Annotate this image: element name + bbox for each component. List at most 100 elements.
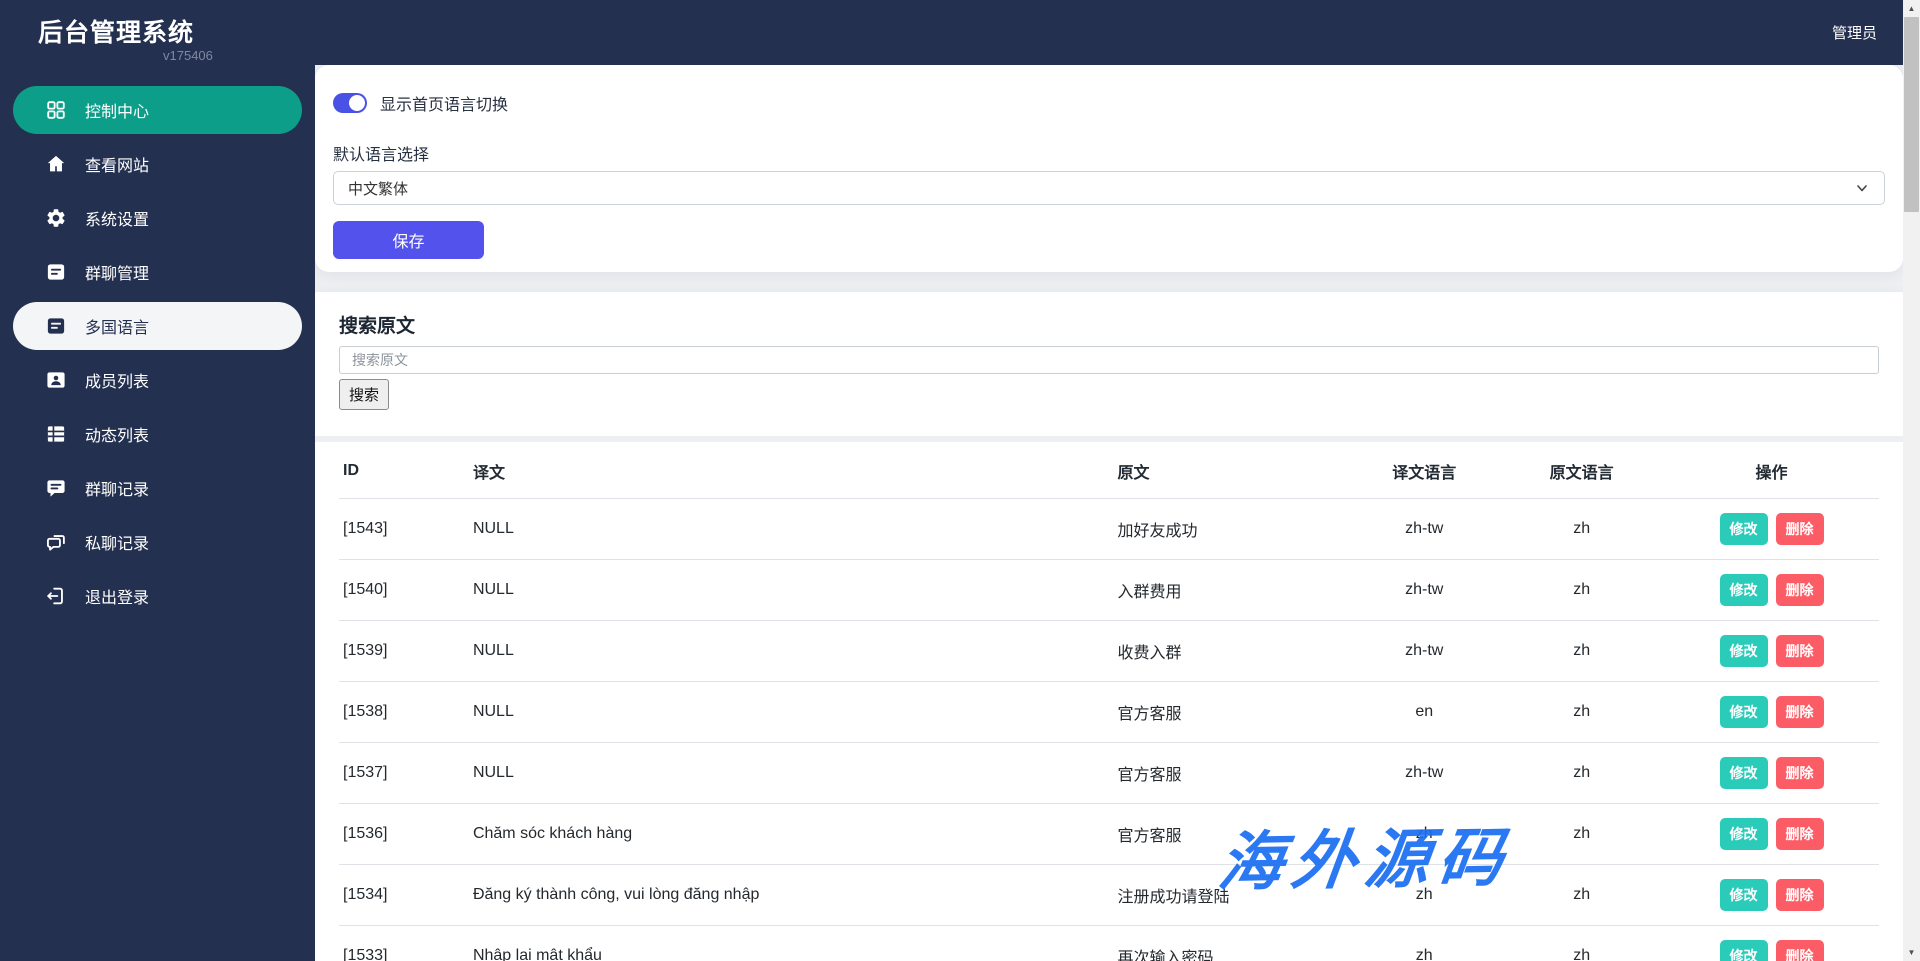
cell-to-lang: zh bbox=[1349, 864, 1500, 926]
cell-original: 官方客服 bbox=[1109, 681, 1350, 743]
table-row: [1538] NULL 官方客服 en zh 修改 删除 bbox=[339, 681, 1879, 743]
cell-id: [1533] bbox=[339, 925, 465, 961]
cell-id: [1538] bbox=[339, 681, 465, 743]
translations-table: ID 译文 原文 译文语言 原文语言 操作 [1543] NULL 加好友成功 zh-tw zh 修… bbox=[339, 442, 1879, 961]
document-icon bbox=[45, 261, 67, 283]
sidebar-item-control-center[interactable]: 控制中心 bbox=[13, 86, 302, 134]
delete-button[interactable]: 删除 bbox=[1775, 635, 1824, 667]
cell-id: [1534] bbox=[339, 864, 465, 926]
language-switch-toggle[interactable] bbox=[333, 93, 367, 113]
search-block: 搜索原文 搜索 bbox=[339, 316, 1879, 410]
sidebar: 后台管理系统 v175406 控制中心 查看网站 系统设置 群聊管理 多国语言 成员列表动… bbox=[0, 0, 315, 961]
column-header: 译文语言 bbox=[1349, 442, 1500, 499]
delete-button[interactable]: 删除 bbox=[1775, 757, 1824, 789]
search-button[interactable]: 搜索 bbox=[339, 379, 390, 410]
cell-original: 再次输入密码 bbox=[1109, 925, 1350, 961]
settings-card: 显示首页语言切换 默认语言选择 中文繁体 保存 bbox=[315, 65, 1903, 272]
sidebar-item-group-chat-manage[interactable]: 群聊管理 bbox=[13, 248, 302, 296]
cell-translation: Chăm sóc khách hàng bbox=[464, 803, 1110, 865]
toggle-label: 显示首页语言切换 bbox=[380, 97, 509, 114]
cell-to-lang: zh-tw bbox=[1349, 620, 1500, 682]
gear-icon bbox=[45, 207, 67, 229]
cell-actions: 修改 删除 bbox=[1664, 681, 1879, 743]
edit-button[interactable]: 修改 bbox=[1719, 574, 1768, 606]
sidebar-item-activity-list[interactable]: 动态列表 bbox=[13, 410, 302, 458]
cell-original: 注册成功请登陆 bbox=[1109, 864, 1350, 926]
edit-button[interactable]: 修改 bbox=[1719, 940, 1768, 961]
cell-to-lang: en bbox=[1349, 681, 1500, 743]
sidebar-item-member-list[interactable]: 成员列表 bbox=[13, 356, 302, 404]
search-heading: 搜索原文 bbox=[339, 316, 416, 337]
edit-button[interactable]: 修改 bbox=[1719, 879, 1768, 911]
edit-button[interactable]: 修改 bbox=[1719, 513, 1768, 545]
sidebar-item-logout[interactable]: 退出登录 bbox=[13, 572, 302, 620]
sidebar-item-group-chat-logs[interactable]: 群聊记录 bbox=[13, 464, 302, 512]
dashboard-icon bbox=[45, 99, 67, 121]
cell-to-lang: zh-tw bbox=[1349, 742, 1500, 804]
main-content: 显示首页语言切换 默认语言选择 中文繁体 保存 搜索原文 搜索原文 搜索 ID … bbox=[315, 65, 1903, 961]
cell-actions: 修改 删除 bbox=[1664, 498, 1879, 560]
column-header: 译文 bbox=[464, 442, 1110, 499]
cell-id: [1543] bbox=[339, 498, 465, 560]
toggle-row: 显示首页语言切换 bbox=[333, 91, 1885, 115]
save-button[interactable]: 保存 bbox=[333, 221, 484, 259]
cell-to-lang: zh bbox=[1349, 803, 1500, 865]
default-language-select[interactable]: 中文繁体 bbox=[333, 171, 1885, 205]
cell-to-lang: zh bbox=[1349, 925, 1500, 961]
sidebar-item-private-chat-logs[interactable]: 私聊记录 bbox=[13, 518, 302, 566]
chat-double-icon bbox=[45, 531, 67, 553]
delete-button[interactable]: 删除 bbox=[1775, 696, 1824, 728]
table-row: [1539] NULL 收费入群 zh-tw zh 修改 删除 bbox=[339, 620, 1879, 682]
brand-title: 后台管理系统 bbox=[38, 19, 195, 47]
table-row: [1534] Đăng ký thành công, vui lòng đăng … bbox=[339, 864, 1879, 926]
table-row: [1537] NULL 官方客服 zh-tw zh 修改 删除 bbox=[339, 742, 1879, 804]
sidebar-item-label: 群聊记录 bbox=[85, 482, 150, 499]
cell-translation: NULL bbox=[464, 498, 1110, 560]
cell-actions: 修改 删除 bbox=[1664, 620, 1879, 682]
topbar: 管理员 bbox=[315, 0, 1903, 65]
cell-translation: Nhập lại mật khẩu bbox=[464, 925, 1110, 961]
main-column: 管理员 显示首页语言切换 默认语言选择 中文繁体 保存 搜索原文 搜索原文 搜索… bbox=[315, 0, 1903, 961]
table-icon bbox=[45, 423, 67, 445]
column-header: ID bbox=[339, 442, 465, 499]
edit-button[interactable]: 修改 bbox=[1719, 635, 1768, 667]
sidebar-item-label: 查看网站 bbox=[85, 158, 150, 175]
scrollbar-thumb[interactable] bbox=[1904, 17, 1919, 212]
edit-button[interactable]: 修改 bbox=[1719, 696, 1768, 728]
document-icon bbox=[45, 315, 67, 337]
cell-id: [1537] bbox=[339, 742, 465, 804]
delete-button[interactable]: 删除 bbox=[1775, 818, 1824, 850]
cell-original: 加好友成功 bbox=[1109, 498, 1350, 560]
cell-from-lang: zh bbox=[1499, 864, 1665, 926]
sidebar-item-label: 群聊管理 bbox=[85, 266, 150, 283]
cell-original: 官方客服 bbox=[1109, 742, 1350, 804]
sidebar-item-system-settings[interactable]: 系统设置 bbox=[13, 194, 302, 242]
app: 后台管理系统 v175406 控制中心 查看网站 系统设置 群聊管理 多国语言 成员列表动… bbox=[0, 0, 1920, 961]
edit-button[interactable]: 修改 bbox=[1719, 757, 1768, 789]
sidebar-item-label: 退出登录 bbox=[85, 590, 150, 607]
table-header-row: ID 译文 原文 译文语言 原文语言 操作 bbox=[339, 442, 1879, 499]
home-icon bbox=[45, 153, 67, 175]
scrollbar-up-arrow[interactable]: ▲ bbox=[1903, 0, 1920, 17]
delete-button[interactable]: 删除 bbox=[1775, 513, 1824, 545]
delete-button[interactable]: 删除 bbox=[1775, 940, 1824, 961]
cell-from-lang: zh bbox=[1499, 742, 1665, 804]
delete-button[interactable]: 删除 bbox=[1775, 574, 1824, 606]
cell-original: 官方客服 bbox=[1109, 803, 1350, 865]
cell-id: [1540] bbox=[339, 559, 465, 621]
cell-actions: 修改 删除 bbox=[1664, 925, 1879, 961]
cell-to-lang: zh-tw bbox=[1349, 498, 1500, 560]
search-input[interactable] bbox=[339, 346, 1879, 374]
cell-from-lang: zh bbox=[1499, 498, 1665, 560]
scrollbar[interactable]: ▲ ▼ bbox=[1903, 0, 1920, 961]
sidebar-item-label: 多国语言 bbox=[85, 320, 150, 337]
cell-actions: 修改 删除 bbox=[1664, 742, 1879, 804]
sidebar-item-languages[interactable]: 多国语言 bbox=[13, 302, 302, 350]
sidebar-item-label: 系统设置 bbox=[85, 212, 150, 229]
delete-button[interactable]: 删除 bbox=[1775, 879, 1824, 911]
cell-to-lang: zh-tw bbox=[1349, 559, 1500, 621]
scrollbar-down-arrow[interactable]: ▼ bbox=[1903, 944, 1920, 961]
sidebar-item-view-site[interactable]: 查看网站 bbox=[13, 140, 302, 188]
user-menu[interactable]: 管理员 bbox=[1832, 22, 1877, 43]
edit-button[interactable]: 修改 bbox=[1719, 818, 1768, 850]
